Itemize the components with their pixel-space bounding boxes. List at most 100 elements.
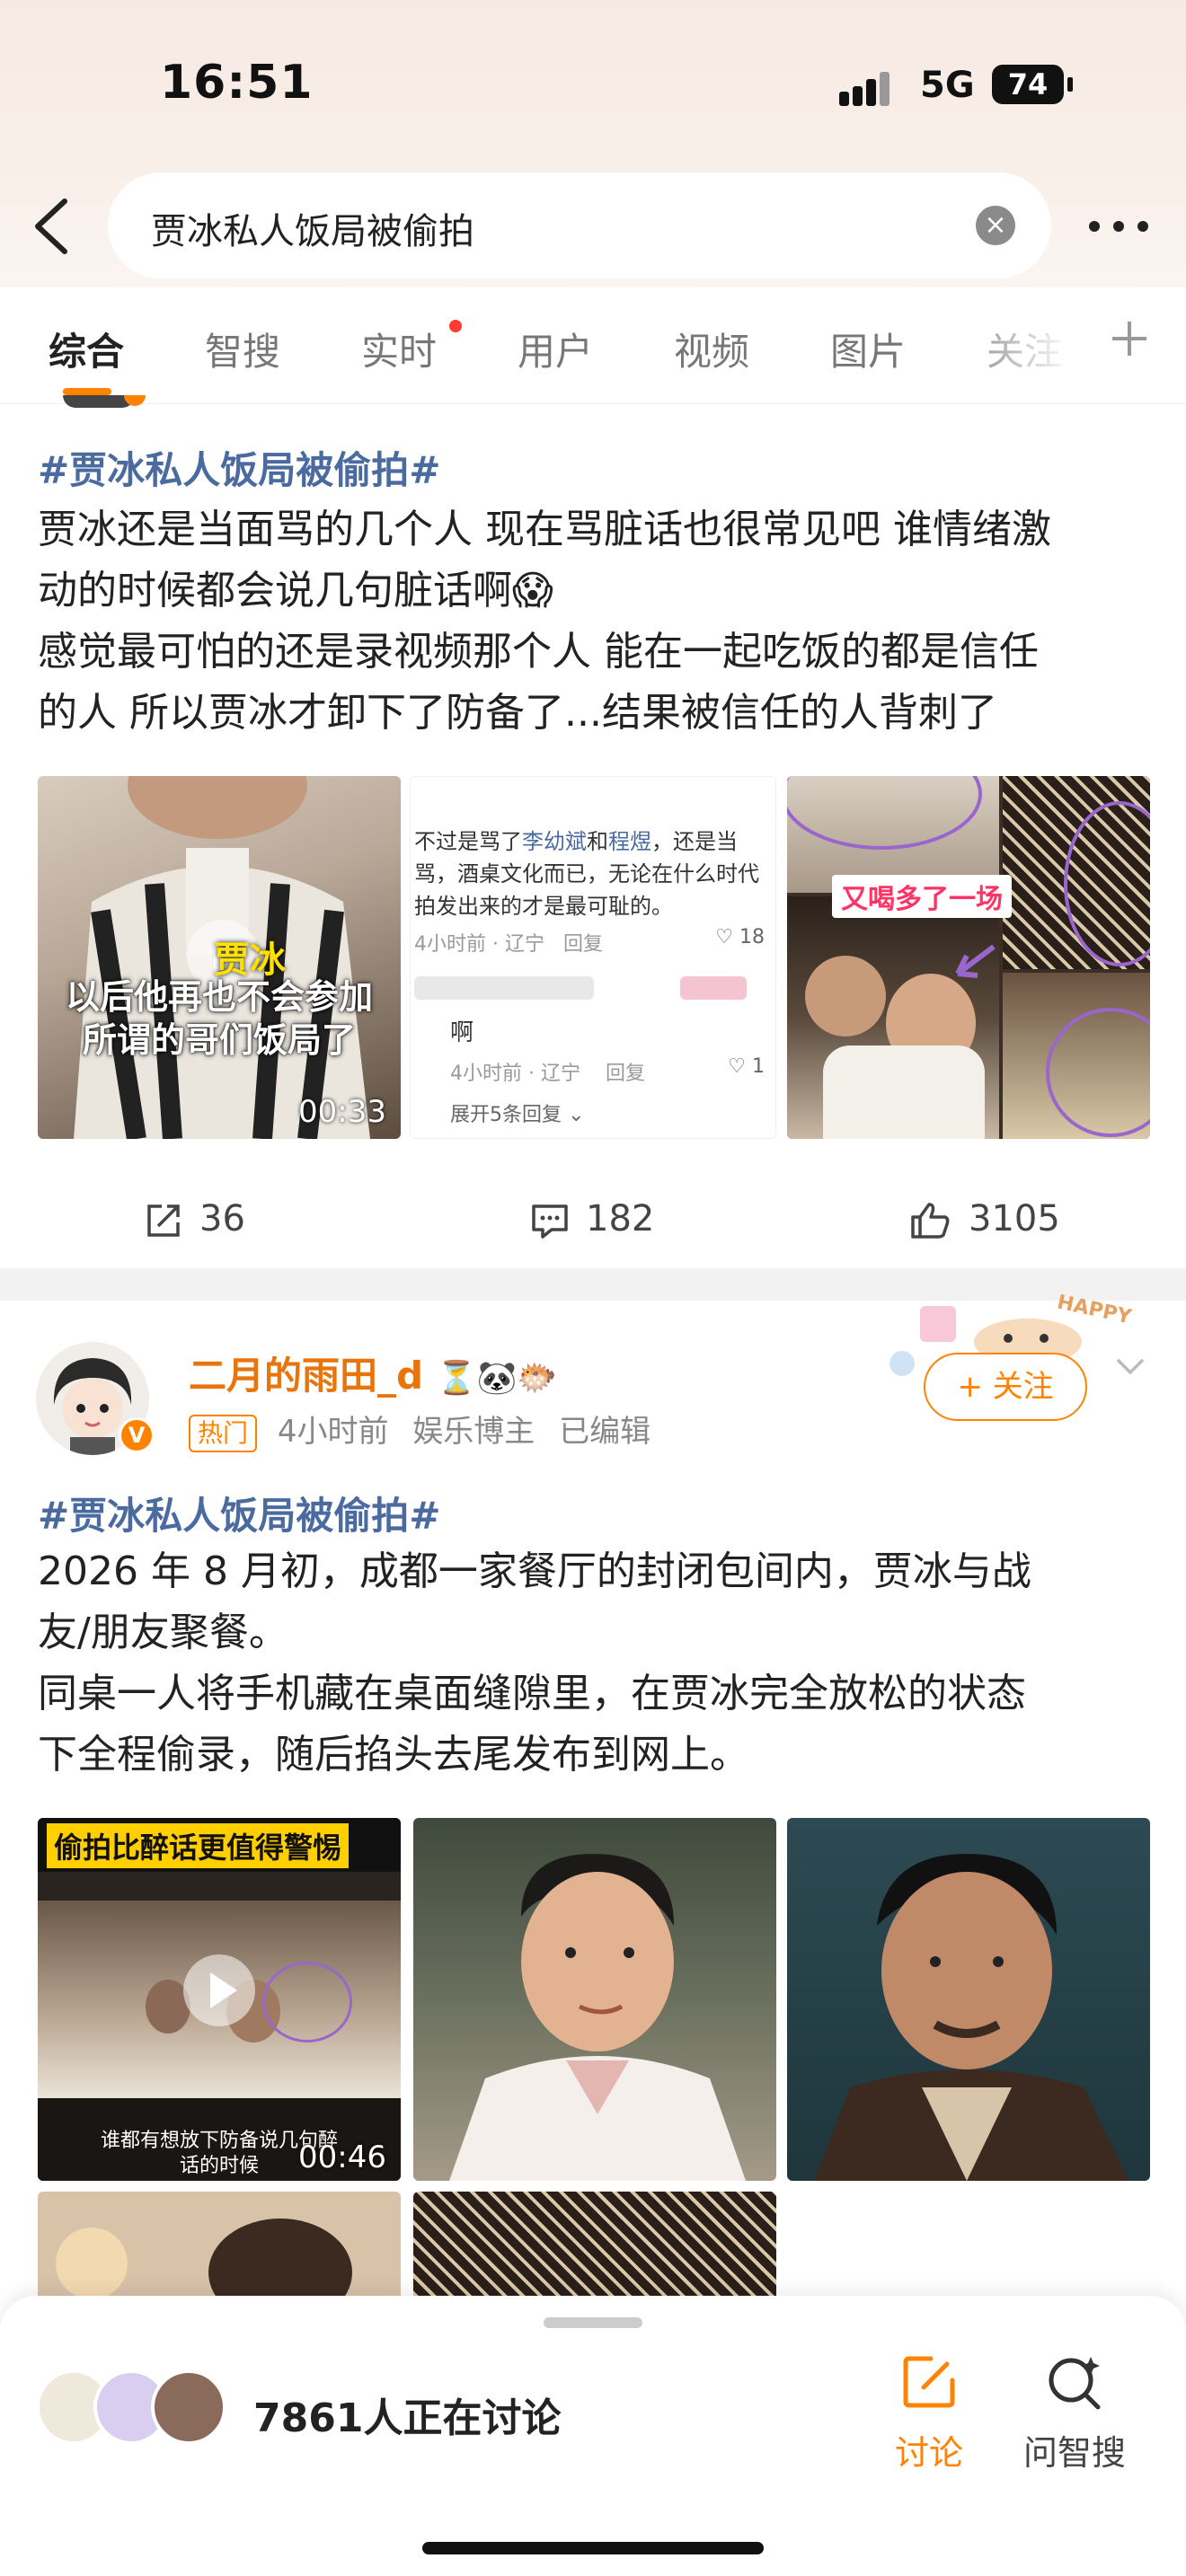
more-options-button[interactable]: [1087, 208, 1150, 244]
plus-icon: [1112, 322, 1146, 356]
active-tab-indicator: [63, 388, 111, 395]
play-icon: [183, 1954, 255, 2026]
repost-count: 36: [199, 1198, 245, 1239]
screenshot-text-line: 拍发出来的才是最可耻的。: [414, 894, 673, 919]
post-actions: 36 182 3105: [0, 1177, 1186, 1266]
screenshot-like-count: 18: [739, 926, 765, 948]
follow-button[interactable]: + 关注: [924, 1353, 1087, 1421]
header: 16:51 5G 74 贾冰私人饭局被偷拍 ×: [0, 0, 1186, 287]
comment-button[interactable]: 182: [530, 1198, 654, 1240]
drag-handle[interactable]: [544, 2317, 642, 2328]
tab-users[interactable]: 用户: [518, 322, 593, 376]
comment-screenshot-image[interactable]: 不过是骂了李幼斌和程煜，还是当 骂，酒桌文化而已，无论在什么时代 拍发出来的才是…: [410, 776, 776, 1139]
ask-smart-search-button[interactable]: 问智搜: [1012, 2350, 1137, 2475]
post-hashtag[interactable]: #贾冰私人饭局被偷拍#: [38, 440, 440, 495]
verified-badge-icon: V: [119, 1417, 155, 1453]
video-duration: 00:46: [298, 2139, 386, 2175]
screenshot-text-part: ，还是当: [651, 829, 738, 854]
tab-comprehensive[interactable]: 综合: [49, 322, 124, 376]
screenshot-meta-time: 4小时前 · 辽宁: [450, 1063, 580, 1085]
portrait: [814, 1854, 1128, 2181]
screenshot-like: ♡ 1: [728, 1055, 765, 1078]
mention-link: 程煜: [608, 829, 651, 854]
photo-image[interactable]: [413, 1818, 776, 2181]
clear-search-button[interactable]: ×: [976, 206, 1015, 245]
chevron-down-icon[interactable]: [1114, 1356, 1146, 1378]
video-caption-line: 以后他再也不会参加: [65, 976, 373, 1017]
blurred-username: [414, 976, 594, 1000]
discuss-button[interactable]: 讨论: [866, 2350, 992, 2475]
tab-videos[interactable]: 视频: [674, 322, 749, 376]
tab-smart-search[interactable]: 智搜: [205, 322, 280, 376]
post-meta: 热门 4小时前 娱乐博主 已编辑: [189, 1407, 651, 1452]
video-thumbnail[interactable]: 贾冰 以后他再也不会参加 所谓的哥们饭局了 00:33: [38, 776, 401, 1139]
tab-realtime[interactable]: 实时: [361, 322, 437, 376]
screenshot-like: ♡ 18: [715, 926, 765, 948]
comment-icon: [532, 1204, 568, 1239]
video-duration: 00:33: [298, 1094, 386, 1130]
like-button[interactable]: 3105: [909, 1198, 1060, 1240]
screenshot-comment: 啊: [450, 1019, 474, 1046]
new-content-dot: [449, 320, 462, 332]
tab-fade: [943, 305, 1105, 395]
discuss-label: 讨论: [894, 2433, 963, 2473]
hot-badge: 热门: [189, 1414, 258, 1452]
thumbs-up-icon: [911, 1203, 950, 1239]
post-line: 下全程偷录，随后掐头去尾发布到网上。: [38, 1732, 749, 1778]
photo-image[interactable]: [38, 2192, 401, 2308]
video-thumbnail[interactable]: 偷拍比醉话更值得警惕 谁都有想放下防备说几句醉 话的时候 00:46: [38, 1818, 401, 2181]
screenshot-meta-time: 4小时前 · 辽宁: [414, 933, 544, 956]
photo-head: [208, 2219, 352, 2308]
username-text: 二月的雨田_d: [189, 1354, 424, 1398]
status-time: 16:51: [160, 56, 314, 110]
back-button[interactable]: [25, 192, 79, 260]
post-line: 的人 所以贾冰才卸下了防备了...结果被信任的人背刺了: [38, 690, 997, 736]
video-caption: 以后他再也不会参加 所谓的哥们饭局了: [38, 975, 401, 1062]
repost-button[interactable]: 36: [144, 1198, 245, 1240]
screenshot-reply: 回复: [605, 1063, 645, 1085]
author-role: 娱乐博主: [412, 1414, 535, 1450]
post-body: 贾冰还是当面骂的几个人 现在骂脏话也很常见吧 谁情绪激 动的时候都会说几句脏话啊…: [38, 499, 1152, 744]
post-body: 2026 年 8 月初，成都一家餐厅的封闭包间内，贾冰与战 友/朋友聚餐。 同桌…: [38, 1541, 1152, 1786]
post-line: 动的时候都会说几句脏话啊😱: [38, 568, 553, 613]
network-label: 5G: [920, 65, 975, 106]
post-line: 友/朋友聚餐。: [38, 1610, 288, 1655]
ask-label: 问智搜: [1022, 2433, 1126, 2473]
annotation-circle: [262, 1962, 352, 2042]
screenshot-reply: 回复: [562, 933, 603, 956]
signal-icon: [839, 70, 902, 106]
comment-count: 182: [586, 1198, 655, 1239]
search-query: 贾冰私人饭局被偷拍: [151, 211, 474, 252]
mention-link: 李幼斌: [522, 829, 587, 854]
battery-icon: 74: [992, 65, 1073, 104]
photo-image[interactable]: [413, 2192, 776, 2308]
edit-icon: [903, 2356, 955, 2408]
video-top-caption: 偷拍比醉话更值得警惕: [47, 1823, 350, 1868]
post-line: 2026 年 8 月初，成都一家餐厅的封闭包间内，贾冰与战: [38, 1548, 1031, 1594]
edited-label: 已编辑: [559, 1414, 651, 1450]
chevron-left-icon: [35, 198, 67, 254]
post-line: 贾冰还是当面骂的几个人 现在骂脏话也很常见吧 谁情绪激: [38, 507, 1051, 552]
cartoon-sticker: [56, 2228, 128, 2299]
screenshot-expand-label: 展开5条回复: [450, 1104, 562, 1126]
post-hashtag[interactable]: #贾冰私人饭局被偷拍#: [38, 1486, 440, 1540]
search-input[interactable]: 贾冰私人饭局被偷拍 ×: [108, 172, 1051, 278]
home-indicator[interactable]: [422, 2542, 764, 2554]
username[interactable]: 二月的雨田_d ⏳🐼🐡: [189, 1345, 557, 1400]
video-caption-line: 所谓的哥们饭局了: [82, 1019, 356, 1060]
photo-image[interactable]: [787, 1818, 1150, 2181]
screenshot-text: 不过是骂了李幼斌和程煜，还是当 骂，酒桌文化而已，无论在什么时代 拍发出来的才是…: [414, 825, 775, 922]
collage-image[interactable]: 又喝多了一场: [787, 776, 1150, 1139]
avatar: [151, 2369, 226, 2445]
hourglass-icon: ⏳: [436, 1360, 477, 1397]
like-count: 3105: [969, 1198, 1060, 1239]
screenshot-expand: 展开5条回复 ⌄: [450, 1104, 585, 1126]
discussion-bar: 7861人正在讨论 讨论 问智搜: [0, 2296, 1186, 2576]
screenshot-text-line: 骂，酒桌文化而已，无论在什么时代: [414, 861, 759, 887]
tab-images[interactable]: 图片: [830, 322, 906, 376]
screenshot-like-count: 1: [752, 1055, 765, 1078]
add-tab-button[interactable]: [1107, 316, 1152, 361]
post-time: 4小时前: [277, 1414, 389, 1450]
blurred-badge: [680, 976, 747, 1000]
screenshot-meta: 4小时前 · 辽宁 回复: [414, 928, 603, 957]
